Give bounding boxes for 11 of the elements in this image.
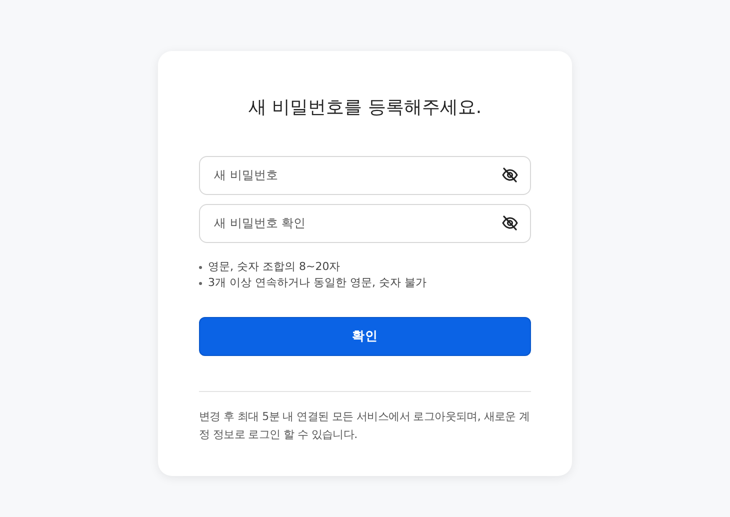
page-title: 새 비밀번호를 등록해주세요. [247, 97, 483, 119]
confirm-button[interactable]: 확인 [199, 316, 531, 356]
rule-text: 3개 이상 연속하거나 동일한 영문, 숫자 불가 [208, 274, 426, 291]
eye-slash-icon[interactable] [501, 166, 519, 184]
bullet-icon [199, 266, 202, 269]
password-field[interactable]: 새 비밀번호 확인 [199, 204, 531, 243]
bullet-icon [199, 282, 202, 285]
eye-slash-icon[interactable] [501, 214, 519, 232]
notice-text: 변경 후 최대 5분 내 연결된 모든 서비스에서 로그아웃되며, 새로운 계정 정보로 로그인 할 수 있습니다. [199, 408, 531, 443]
rule-text: 영문, 숫자 조합의 8~20자 [208, 258, 340, 275]
password-field[interactable]: 새 비밀번호 [199, 156, 531, 195]
